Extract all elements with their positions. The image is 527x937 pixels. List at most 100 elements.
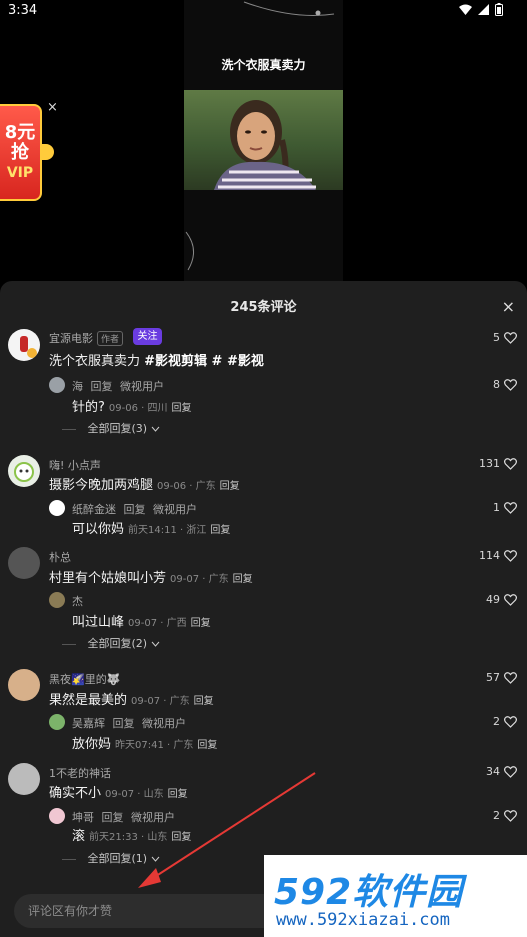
comment-like[interactable]: 114 [479,549,517,562]
avatar[interactable] [8,547,40,579]
heart-icon[interactable] [504,715,517,728]
reply-button[interactable]: 回复 [191,618,211,629]
reply-username[interactable]: 吴嘉辉 回复 微视用户 [72,715,186,731]
username-text[interactable]: 吴嘉辉 [72,717,105,730]
reply-button[interactable]: 回复 [210,525,230,536]
follow-button[interactable]: 关注 [133,328,162,345]
video-frame[interactable] [184,90,343,190]
comment-like[interactable]: 57 [486,671,517,684]
reply-text: 可以你妈 前天14:11 · 浙江 回复 [72,518,230,537]
like-count: 8 [493,378,500,391]
heart-icon[interactable] [504,671,517,684]
comment-like[interactable]: 131 [479,457,517,470]
reply-button[interactable]: 回复 [220,481,240,492]
watermark-logo: 592软件园 [274,872,464,913]
username-text[interactable]: 海 [72,380,83,393]
reply-username[interactable]: 海 回复 微视用户 [72,378,164,394]
expand-label[interactable]: 全部回复(2) [88,637,148,650]
chevron-down-icon[interactable] [151,641,160,647]
comment-body: 果然是最美的 [49,693,128,708]
comment-date: 09-06 · 广东 [157,481,216,492]
reply-date: 09-06 · 四川 [108,403,168,414]
reply-username[interactable]: 坤哥 回复 微视用户 [72,809,175,825]
comment-like[interactable]: 34 [486,765,517,778]
reply-button[interactable]: 回复 [194,696,214,707]
comment-meta: 09-07 · 广东 回复 [170,574,253,585]
username-text[interactable]: 纸醉金迷 [72,503,116,516]
heart-icon[interactable] [504,765,517,778]
expand-replies-button[interactable]: 全部回复(2) [62,635,160,651]
like-count: 49 [486,593,500,606]
reply-like[interactable]: 8 [493,378,517,391]
reply-username[interactable]: 纸醉金迷 回复 微视用户 [72,501,197,517]
reply-text: 叫过山峰 09-07 · 广西 回复 [72,611,211,630]
avatar[interactable] [8,669,40,701]
reply-label: 回复 [123,503,146,516]
comment-username[interactable]: 朴总 [49,549,71,565]
expand-label[interactable]: 全部回复(3) [88,422,148,435]
reply-meta: 09-06 · 四川 回复 [109,403,192,414]
avatar[interactable] [49,377,65,393]
reply-date: 昨天07:41 · 广东 [115,740,194,751]
reply-label: 回复 [101,811,124,824]
comment-username[interactable]: 黑夜🌠里的🐺 [49,671,120,687]
reply-to-user[interactable]: 微视用户 [120,380,164,393]
heart-icon[interactable] [504,457,517,470]
expand-label[interactable]: 全部回复(1) [88,852,148,865]
heart-icon[interactable] [504,809,517,822]
vip-close-icon[interactable]: × [47,100,58,115]
avatar[interactable] [8,763,40,795]
expand-replies-button[interactable]: 全部回复(3) [62,420,160,436]
comment-username[interactable]: 嗨! 小点声 [49,457,101,473]
avatar[interactable] [49,500,65,516]
reply-body: 针的? [72,400,105,415]
vip-arrow-icon[interactable] [42,144,54,160]
reply-like[interactable]: 2 [493,715,517,728]
reply-button[interactable]: 回复 [171,832,191,843]
reply-like[interactable]: 2 [493,809,517,822]
heart-icon[interactable] [504,549,517,562]
hashtag-link[interactable]: #影视剪辑 # #影视 [144,354,264,369]
comment-username[interactable]: 宜源电影 作者 [49,330,124,346]
reply-username[interactable]: 杰 [72,593,83,609]
battery-icon [495,3,503,16]
vip-price: 8元 [4,121,36,143]
reply-body: 叫过山峰 [72,615,125,630]
chevron-down-icon[interactable] [151,426,160,432]
comment-username[interactable]: 1不老的神话 [49,765,111,781]
watermark-url: www.592xiazai.com [276,910,450,930]
username-text[interactable]: 坤哥 [72,811,94,824]
status-icons [459,3,503,16]
avatar[interactable] [49,592,65,608]
comment-like[interactable]: 5 [493,331,517,344]
reply-button[interactable]: 回复 [233,574,253,585]
expand-replies-button[interactable]: 全部回复(1) [62,850,160,866]
heart-icon[interactable] [504,593,517,606]
heart-icon[interactable] [504,331,517,344]
avatar[interactable] [49,714,65,730]
close-icon[interactable]: × [502,297,515,316]
reply-like[interactable]: 49 [486,593,517,606]
comment-body: 洗个衣服真卖力 [49,354,145,369]
reply-label: 回复 [112,717,135,730]
author-tag: 作者 [97,331,124,346]
avatar[interactable] [49,808,65,824]
reply-button[interactable]: 回复 [172,403,192,414]
username-text[interactable]: 宜源电影 [49,332,93,345]
reply-button[interactable]: 回复 [197,740,217,751]
comment-date: 09-07 · 广东 [170,574,229,585]
reply-to-user[interactable]: 微视用户 [142,717,186,730]
chevron-down-icon[interactable] [151,856,160,862]
avatar[interactable] [8,329,40,361]
heart-icon[interactable] [504,501,517,514]
avatar[interactable] [8,455,40,487]
reply-to-user[interactable]: 微视用户 [131,811,175,824]
vip-promo-badge[interactable]: 8元 抢 VIP [0,104,42,201]
comment-text: 摄影今晚加两鸡腿 09-06 · 广东 回复 [49,474,240,493]
heart-icon[interactable] [504,378,517,391]
comment-date: 09-07 · 广东 [131,696,190,707]
reply-like[interactable]: 1 [493,501,517,514]
reply-to-user[interactable]: 微视用户 [153,503,197,516]
reply-text: 放你妈 昨天07:41 · 广东 回复 [72,733,217,752]
reply-button[interactable]: 回复 [168,789,188,800]
